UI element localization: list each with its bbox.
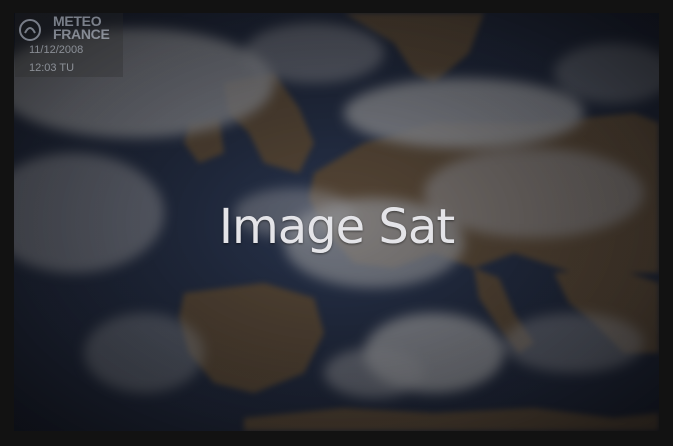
meteo-france-brand: METEO FRANCE — [53, 14, 133, 42]
meteo-france-logo-icon — [19, 19, 41, 41]
page-frame: METEO FRANCE 11/12/2008 12:03 TU Image S… — [0, 0, 673, 446]
tile-title: Image Sat — [218, 199, 455, 255]
meteo-france-stamp: METEO FRANCE 11/12/2008 12:03 TU — [15, 13, 123, 77]
stamp-date: 11/12/2008 — [29, 44, 84, 56]
satellite-image-tile[interactable]: METEO FRANCE 11/12/2008 12:03 TU Image S… — [14, 13, 659, 431]
brand-line-2: FRANCE — [53, 26, 110, 42]
stamp-time: 12:03 TU — [29, 62, 75, 74]
